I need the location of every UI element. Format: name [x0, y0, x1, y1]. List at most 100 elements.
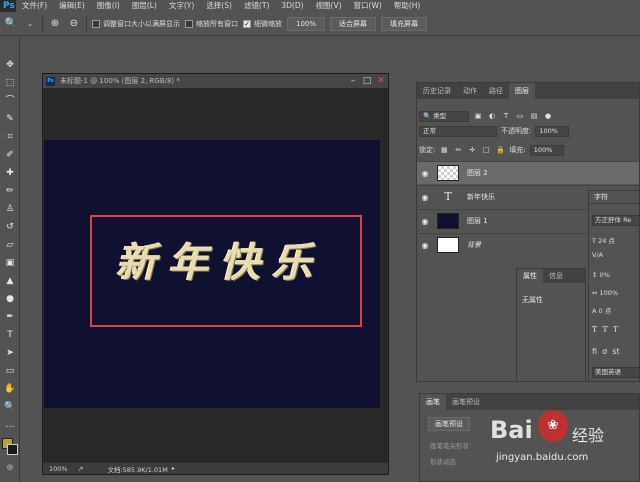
move-icon[interactable]: ✥	[3, 58, 17, 72]
background-color-swatch[interactable]	[7, 444, 18, 455]
fill-field[interactable]: 100%	[529, 144, 564, 156]
shape-icon[interactable]: ▭	[3, 364, 17, 378]
close-icon[interactable]: ✕	[375, 75, 387, 87]
dodge-icon[interactable]: ●	[3, 292, 17, 306]
lock-artboard-icon[interactable]: □	[481, 145, 491, 155]
chevron-down-icon[interactable]: ⌄	[23, 17, 37, 31]
menu-select[interactable]: 选择(S)	[200, 0, 238, 12]
minimize-icon[interactable]: –	[347, 75, 359, 87]
pixel-filter-icon[interactable]: ▣	[473, 111, 483, 121]
menu-filter[interactable]: 滤镜(T)	[238, 0, 275, 12]
tracking-label[interactable]: V/A	[592, 251, 640, 259]
layer-row[interactable]: ◉ 图层 2	[417, 161, 639, 184]
menu-help[interactable]: 帮助(H)	[388, 0, 427, 12]
lock-transparent-icon[interactable]: ▦	[439, 145, 449, 155]
path-select-icon[interactable]: ➤	[3, 346, 17, 360]
menu-view[interactable]: 视图(V)	[310, 0, 348, 12]
horizontal-scale-row[interactable]: ↔ 100%	[592, 289, 640, 297]
tab-brush-presets[interactable]: 画笔预设	[446, 394, 486, 410]
vertical-scale-row[interactable]: ↕ 0%	[592, 271, 640, 279]
brush-icon[interactable]: ✏	[3, 184, 17, 198]
blur-icon[interactable]: ▲	[3, 274, 17, 288]
layer-name: 图层 2	[467, 169, 488, 177]
menu-edit[interactable]: 编辑(E)	[53, 0, 91, 12]
font-size-row[interactable]: T 24 点	[592, 235, 640, 245]
eye-icon[interactable]: ◉	[417, 193, 433, 202]
zoom-100-button[interactable]: 100%	[287, 16, 326, 31]
type-icon[interactable]: T	[3, 328, 17, 342]
tab-brush[interactable]: 画笔	[420, 394, 446, 410]
lock-position-icon[interactable]: ✛	[467, 145, 477, 155]
zoom-icon[interactable]: 🔍	[3, 400, 17, 414]
crop-icon[interactable]: ⌗	[3, 130, 17, 144]
shape-dynamics-item[interactable]: 形状动态	[430, 456, 456, 466]
resize-windows-checkbox[interactable]: 调整窗口大小以满屏显示	[92, 19, 180, 29]
pen-icon[interactable]: ✒	[3, 310, 17, 324]
menu-window[interactable]: 窗口(W)	[348, 0, 388, 12]
tab-paths[interactable]: 路径	[483, 83, 509, 99]
lasso-icon[interactable]: ⌒	[3, 94, 17, 108]
hand-icon[interactable]: ✋	[3, 382, 17, 396]
canvas-area[interactable]: 新年快乐	[44, 88, 387, 463]
opacity-field[interactable]: 100%	[535, 125, 570, 137]
zoom-in-icon[interactable]: ⊕	[48, 17, 62, 31]
blend-mode-select[interactable]: 正常	[419, 125, 497, 137]
shape-filter-icon[interactable]: ▭	[515, 111, 525, 121]
lock-all-icon[interactable]: 🔒	[495, 145, 505, 155]
filter-kind-select[interactable]: 🔍 类型	[419, 110, 469, 122]
menu-layer[interactable]: 图层(L)	[126, 0, 163, 12]
quick-select-icon[interactable]: ✎	[3, 112, 17, 126]
eye-icon[interactable]: ◉	[417, 169, 433, 178]
adjustment-filter-icon[interactable]: ◐	[487, 111, 497, 121]
menu-type[interactable]: 文字(Y)	[163, 0, 200, 12]
menu-file[interactable]: 文件(F)	[16, 0, 53, 12]
menu-3d[interactable]: 3D(D)	[275, 0, 309, 12]
healing-icon[interactable]: ✚	[3, 166, 17, 180]
divider	[86, 15, 87, 32]
smart-object-filter-icon[interactable]: ▤	[529, 111, 539, 121]
fit-screen-button[interactable]: 适合屏幕	[330, 16, 377, 31]
tab-layers[interactable]: 图层	[509, 83, 535, 99]
filter-toggle-icon[interactable]: ●	[543, 111, 553, 121]
canvas[interactable]: 新年快乐	[44, 140, 380, 408]
more-icon[interactable]: …	[3, 418, 17, 432]
opentype-buttons[interactable]: fi σ st	[592, 347, 640, 356]
stamp-icon[interactable]: ♙	[3, 202, 17, 216]
zoom-level[interactable]: 100%	[49, 465, 68, 473]
document-title-bar[interactable]: Ps 未标题-1 @ 100% (图层 2, RGB/8) * – □ ✕	[43, 74, 388, 88]
export-icon[interactable]: ↗	[78, 465, 84, 473]
scrubby-zoom-checkbox[interactable]: ✓ 细微缩放	[243, 19, 282, 29]
brush-tip-shape-item[interactable]: 画笔笔尖形状	[430, 440, 469, 450]
baseline-row[interactable]: A 0 点	[592, 305, 640, 315]
checkbox-box[interactable]	[185, 19, 193, 28]
tab-actions[interactable]: 动作	[457, 83, 483, 99]
tab-properties[interactable]: 属性	[517, 269, 543, 283]
brush-presets-button[interactable]: 画笔预设	[428, 417, 470, 431]
gradient-icon[interactable]: ▣	[3, 256, 17, 270]
maximize-icon[interactable]: □	[361, 75, 373, 87]
checkbox-box-checked[interactable]: ✓	[243, 19, 251, 28]
zoom-out-icon[interactable]: ⊖	[67, 17, 81, 31]
zoom-all-windows-checkbox[interactable]: 缩放所有窗口	[185, 19, 238, 29]
chevron-right-icon[interactable]: ▸	[172, 465, 175, 472]
type-filter-icon[interactable]: T	[501, 111, 511, 121]
checkbox-box[interactable]	[92, 19, 100, 28]
marquee-icon[interactable]: ⬚	[3, 76, 17, 90]
zoom-icon[interactable]: 🔍	[4, 17, 18, 31]
eye-icon[interactable]: ◉	[417, 217, 433, 226]
font-family-field[interactable]: 方正舒体 Re	[592, 215, 640, 226]
tab-history[interactable]: 历史记录	[417, 83, 457, 99]
eraser-icon[interactable]: ▱	[3, 238, 17, 252]
fill-screen-button[interactable]: 填充屏幕	[381, 16, 428, 31]
baseline-icon: A	[592, 307, 597, 315]
language-select[interactable]: 美国英语	[592, 367, 640, 378]
quick-mask-icon[interactable]: ◎	[3, 460, 17, 474]
type-style-buttons[interactable]: T T T	[592, 325, 640, 334]
tab-character[interactable]: 字符	[589, 191, 639, 204]
menu-image[interactable]: 图像(I)	[91, 0, 126, 12]
lock-pixels-icon[interactable]: ✏	[453, 145, 463, 155]
eyedropper-icon[interactable]: ✐	[3, 148, 17, 162]
tab-info[interactable]: 信息	[543, 269, 569, 283]
eye-icon[interactable]: ◉	[417, 241, 433, 250]
history-brush-icon[interactable]: ↺	[3, 220, 17, 234]
